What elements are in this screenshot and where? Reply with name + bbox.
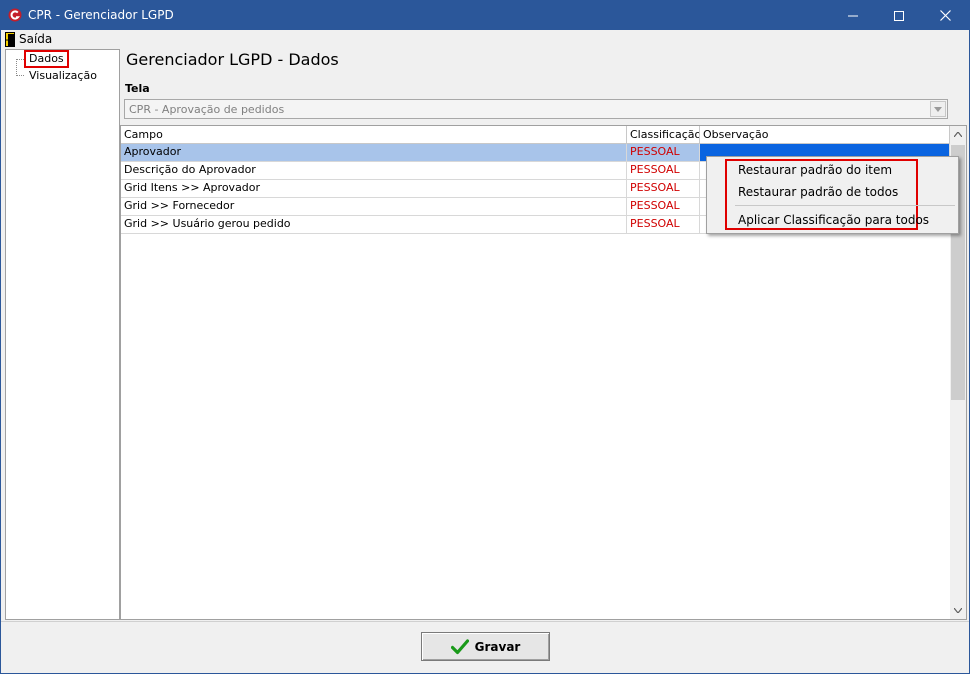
door-exit-icon	[5, 31, 15, 47]
menu-exit[interactable]: Saída	[5, 31, 52, 47]
maximize-icon	[894, 10, 904, 21]
minimize-icon	[848, 15, 858, 16]
scroll-down-button[interactable]	[950, 602, 966, 619]
title-bar[interactable]: CPR - Gerenciador LGPD	[1, 1, 969, 30]
cell-campo[interactable]: Descrição do Aprovador	[121, 162, 627, 179]
grid-header: Campo Classificação Observação	[121, 126, 950, 144]
chevron-up-icon	[954, 132, 962, 137]
minimize-button[interactable]	[830, 1, 876, 30]
close-icon	[939, 10, 951, 21]
app-window: CPR - Gerenciador LGPD Saída Dados Visua…	[0, 0, 970, 674]
menu-separator	[735, 205, 955, 206]
checkmark-icon	[450, 638, 469, 654]
column-header-observacao[interactable]: Observação	[700, 126, 950, 144]
menu-item-restaurar-todos[interactable]: Restaurar padrão de todos	[738, 185, 898, 199]
navigation-tree: Dados Visualização	[5, 49, 120, 620]
cell-classificacao[interactable]: PESSOAL	[627, 216, 700, 233]
cell-campo[interactable]: Aprovador	[121, 144, 627, 161]
cell-campo[interactable]: Grid Itens >> Aprovador	[121, 180, 627, 197]
tela-select-value: CPR - Aprovação de pedidos	[129, 103, 285, 116]
tree-connector	[16, 59, 24, 60]
chevron-down-icon	[934, 106, 942, 112]
tree-connector	[16, 59, 17, 76]
cell-classificacao[interactable]: PESSOAL	[627, 180, 700, 197]
cell-classificacao[interactable]: PESSOAL	[627, 144, 700, 161]
chevron-down-icon	[954, 608, 962, 613]
save-button[interactable]: Gravar	[421, 632, 550, 661]
cell-campo[interactable]: Grid >> Usuário gerou pedido	[121, 216, 627, 233]
menu-item-aplicar-classificacao[interactable]: Aplicar Classificação para todos	[738, 213, 929, 227]
menu-exit-label: Saída	[19, 32, 53, 46]
cell-classificacao[interactable]: PESSOAL	[627, 162, 700, 179]
close-button[interactable]	[922, 1, 968, 30]
app-logo-icon	[8, 8, 22, 22]
column-header-classificacao[interactable]: Classificação	[627, 126, 700, 144]
tree-item-dados[interactable]: Dados	[24, 50, 69, 68]
window-title: CPR - Gerenciador LGPD	[28, 8, 174, 22]
scroll-up-button[interactable]	[950, 126, 966, 143]
cell-classificacao[interactable]: PESSOAL	[627, 198, 700, 215]
page-title: Gerenciador LGPD - Dados	[126, 50, 339, 69]
tree-item-visualizacao[interactable]: Visualização	[26, 69, 100, 83]
menu-item-restaurar-item[interactable]: Restaurar padrão do item	[738, 163, 892, 177]
column-header-campo[interactable]: Campo	[121, 126, 627, 144]
cell-campo[interactable]: Grid >> Fornecedor	[121, 198, 627, 215]
tela-label: Tela	[125, 82, 150, 95]
dropdown-button[interactable]	[930, 101, 946, 117]
context-menu: Restaurar padrão do item Restaurar padrã…	[706, 156, 959, 234]
menu-bar: Saída	[1, 30, 969, 48]
footer-divider	[1, 621, 969, 622]
tela-select[interactable]: CPR - Aprovação de pedidos	[124, 99, 948, 119]
tree-connector	[16, 75, 24, 76]
maximize-button[interactable]	[876, 1, 922, 30]
save-button-label: Gravar	[474, 639, 521, 654]
